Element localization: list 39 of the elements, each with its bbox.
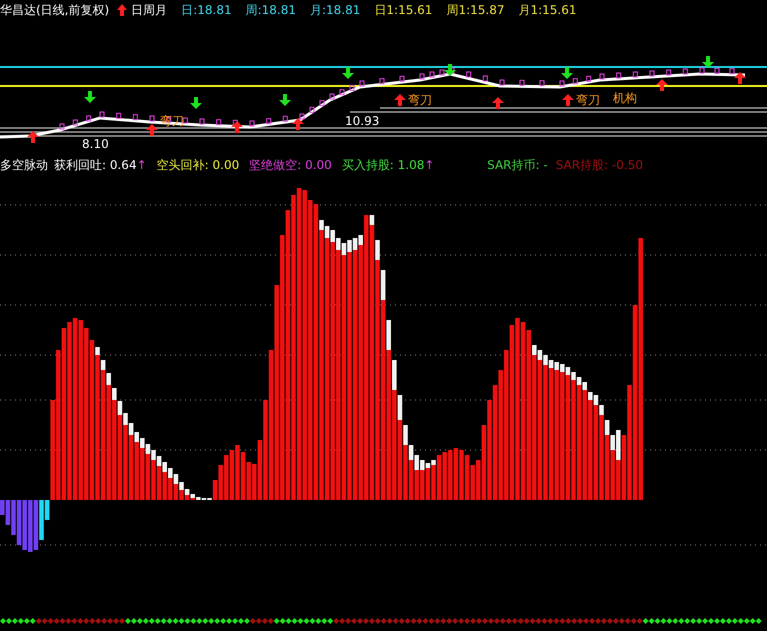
down-arrow-icon — [84, 91, 96, 103]
up-arrow-icon: ↑ — [136, 156, 147, 174]
up-arrow-icon — [292, 118, 304, 130]
up-arrow-icon — [27, 131, 39, 143]
up-arrow-icon — [231, 121, 243, 133]
indicator-value: 空头回补: 0.00 — [156, 157, 240, 174]
up-arrow-icon: ↑ — [424, 156, 434, 174]
down-arrow-icon — [342, 67, 354, 79]
up-arrow-icon — [734, 72, 746, 84]
down-arrow-icon — [444, 64, 456, 76]
indicator-name: 多空脉动 — [0, 157, 48, 174]
up-arrow-icon — [562, 94, 574, 106]
price-value: 周:18.81 — [246, 2, 296, 19]
indicator-value: 坚绝做空: 0.00 — [249, 157, 332, 174]
sar-value: SAR持币: - — [487, 157, 548, 174]
stock-title: 华昌达(日线,前复权) — [0, 2, 110, 19]
down-arrow-icon — [702, 56, 714, 68]
signal-label: 弯刀 — [576, 93, 600, 107]
down-arrow-icon — [561, 67, 573, 79]
period-label: 日周月 — [131, 2, 168, 19]
signal-label: 弯刀 — [408, 93, 432, 107]
up-arrow-icon — [117, 4, 128, 16]
price-label: 8.10 — [82, 137, 109, 151]
signal-label: 机构 — [613, 91, 637, 105]
price-value: 日:18.81 — [181, 2, 232, 19]
down-arrow-icon — [190, 97, 202, 109]
price-value: 周1:15.87 — [446, 2, 504, 19]
indicator-value: 获利回吐: 0.64 — [54, 157, 137, 174]
sar-value: SAR持股: -0.50 — [556, 157, 643, 174]
down-arrow-icon — [279, 94, 291, 106]
up-arrow-icon — [656, 79, 668, 91]
up-arrow-icon — [146, 124, 158, 136]
price-label: 10.93 — [345, 114, 380, 128]
price-value: 日1:15.61 — [374, 2, 432, 19]
up-arrow-icon — [394, 94, 406, 106]
price-value: 月1:15.61 — [518, 2, 576, 19]
price-value: 月:18.81 — [310, 2, 360, 19]
indicator-value: 买入持股: 1.08 — [342, 157, 424, 174]
up-arrow-icon — [492, 97, 504, 109]
